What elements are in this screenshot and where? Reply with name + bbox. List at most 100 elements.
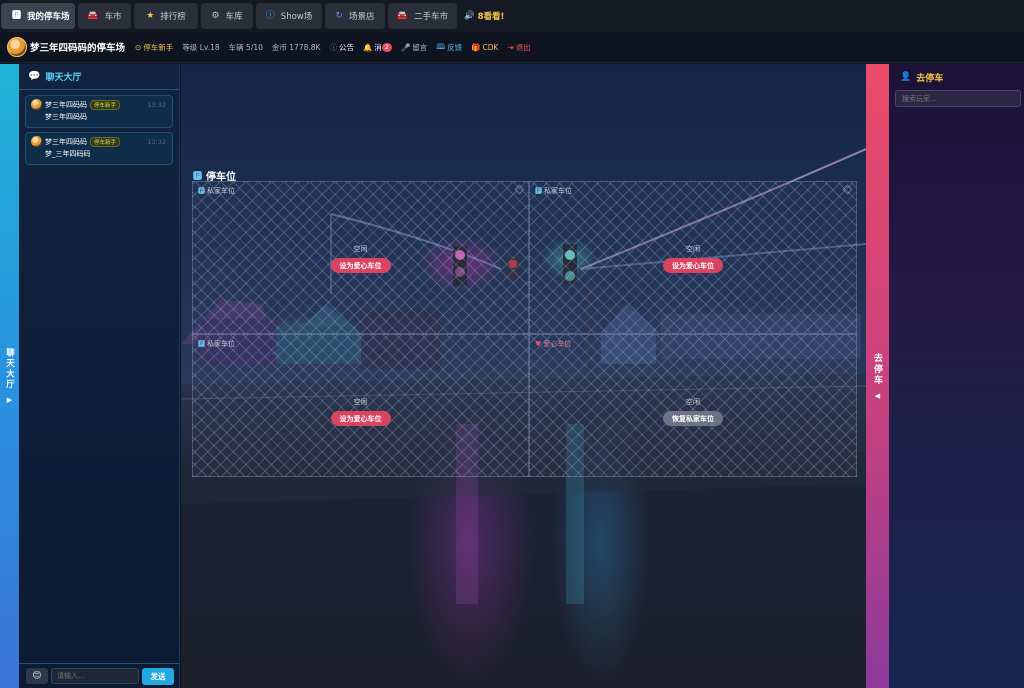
restore-private-slot-button[interactable]: 恢复私家车位 [663,411,723,426]
send-button[interactable]: 发送 [142,667,174,685]
park-toggle-strip[interactable]: 去停车 ◀ [866,64,889,688]
tab-my-parking-lot[interactable]: 🅿 我的停车场 [1,3,75,29]
notice-button[interactable]: ⓘ 公告 [329,42,354,53]
guestbook-button[interactable]: 🎤 留言 [401,42,427,53]
slot-type: 爱心车位 [543,340,572,348]
tab-show[interactable]: ⓘ Show场 [256,3,322,29]
avatar[interactable] [7,37,27,57]
top-nav: 🅿 我的停车场 🚘 车市 ★ 排行榜 ⚙ 车库 ⓘ Show场 ↻ 场景店 🚘 … [0,0,1024,32]
user-bar: 梦三年四码码的停车场 ⊙ 停车新手 等级 Lv.18 车辆 5/10 金币 17… [0,32,1024,63]
chat-strip-label: 聊天大厅 [4,348,15,390]
chat-input[interactable] [51,668,139,684]
diamond-icon [842,184,853,195]
gear-icon: ⚙ [211,10,220,21]
coins-text: 金币 1778.8K [271,42,321,52]
cdk-label: CDK [482,42,499,52]
tab-car-market[interactable]: 🚘 车市 [78,3,131,29]
tab-garage[interactable]: ⚙ 车库 [201,3,253,29]
info-icon: ⓘ [329,42,337,52]
parking-lot-name: 梦三年四码码的停车场 [30,43,126,54]
pin-icon: 🎤 [400,42,411,52]
message-text: 梦_三年四码码 [45,150,91,158]
chat-message: 梦三年四码码 停车新手 13:32 梦_三年四码码 [25,132,173,165]
messages-label: 消 [374,42,382,52]
tab-label: 车库 [225,12,243,22]
feedback-button[interactable]: 🕮 反馈 [436,41,462,54]
tab-scene-shop[interactable]: ↻ 场景店 [325,3,385,29]
chat-toggle-strip[interactable]: 聊天大厅 ▶ [0,64,19,688]
slot-type-label: ♥ 爱心车位 [535,339,571,349]
smile-icon: 😊 [32,671,42,681]
heart-icon: ♥ [535,340,542,348]
promo-link[interactable]: 🔊 8看看! [464,10,504,22]
tab-label: 场景店 [349,12,375,22]
speaker-icon: 🔊 [464,11,475,21]
messages-button[interactable]: 🔔 消 2 [363,42,392,53]
slot-status: 空闲 [686,245,700,253]
user-icon: 👤 [900,72,912,82]
info-icon: ⓘ [265,10,275,21]
go-park-header: 👤 去停车 [889,64,1024,90]
tab-label: Show场 [280,12,313,22]
slot-type: 私家车位 [207,340,235,348]
message-author[interactable]: 梦三年四码码 [45,100,87,110]
promo-label: 8看看! [477,12,505,22]
parking-grid: 🅿 私家车位 空闲 设为爱心车位 🅿 私家车位 空闲 设为爱心车位 🅿 私家车位… [192,181,857,477]
set-love-slot-button[interactable]: 设为爱心车位 [330,258,391,273]
refresh-icon: ↻ [335,10,344,21]
avatar[interactable] [31,136,42,147]
feedback-label: 反馈 [447,42,463,52]
level-text: 等级 Lv.18 [182,42,220,52]
chat-title: 聊天大厅 [45,73,82,83]
set-love-slot-button[interactable]: 设为爱心车位 [663,258,723,273]
parking-slot[interactable]: 🅿 私家车位 空闲 设为爱心车位 [529,181,857,334]
book-icon: 🕮 [436,41,446,51]
cars-text: 车辆 5/10 [228,42,263,52]
parking-slot[interactable]: ♥ 爱心车位 空闲 恢复私家车位 [529,334,857,477]
message-text: 梦三年四码码 [45,113,87,121]
bell-icon: 🔔 [362,42,373,52]
tab-used-car-market[interactable]: 🚘 二手车市 [388,3,457,29]
slot-status: 空闲 [686,398,700,406]
diamond-icon [514,184,525,195]
chat-message: 梦三年四码码 停车新手 13:32 梦三年四码码 [25,95,173,128]
notice-label: 公告 [338,42,354,52]
tab-label: 我的停车场 [27,12,70,22]
cdk-button[interactable]: 🎁 CDK [471,43,498,52]
parking-icon: 🅿 [198,187,205,195]
emoji-button[interactable]: 😊 [26,668,48,684]
slot-type-label: 🅿 私家车位 [535,186,572,196]
arrow-right-icon: ▶ [6,396,13,404]
tab-label: 车市 [104,12,122,22]
chat-header: 💬 聊天大厅 [19,64,179,90]
parking-slot[interactable]: 🅿 私家车位 空闲 设为爱心车位 [192,334,529,477]
tab-label: 二手车市 [414,12,449,22]
slot-type: 私家车位 [544,187,572,195]
avatar[interactable] [31,99,42,110]
car-icon: 🚘 [396,10,409,21]
chat-input-bar: 😊 发送 [19,663,179,688]
star-icon: ★ [146,10,155,21]
message-author[interactable]: 梦三年四码码 [45,137,87,147]
player-search-input[interactable] [895,90,1021,107]
go-park-title: 去停车 [916,73,944,84]
slot-type: 私家车位 [207,187,235,195]
slot-type-label: 🅿 私家车位 [198,339,235,349]
arrow-left-icon: ◀ [874,391,881,400]
chat-bubble-icon: 💬 [28,71,41,82]
slot-status: 空闲 [353,245,368,253]
gift-icon: 🎁 [471,42,481,52]
message-time: 13:32 [147,101,166,109]
tab-label: 排行榜 [160,12,186,22]
rank-badge: ⊙ 停车新手 [135,42,173,53]
tab-leaderboard[interactable]: ★ 排行榜 [134,3,198,29]
logout-button[interactable]: ⇥ 退出 [507,42,530,53]
parking-slot[interactable]: 🅿 私家车位 空闲 设为爱心车位 [192,181,529,334]
parking-scene: 🅿 停车位 🅿 私家车位 空闲 设为爱心车位 🅿 私家车位 空闲 设为爱心车位 … [181,64,866,688]
set-love-slot-button[interactable]: 设为爱心车位 [330,411,391,426]
car-icon: 🚘 [87,10,99,21]
logout-icon: ⇥ [507,42,514,52]
parking-icon: 🅿 [535,187,542,195]
parking-icon: 🅿 [12,10,22,21]
messages-badge: 2 [381,42,392,52]
